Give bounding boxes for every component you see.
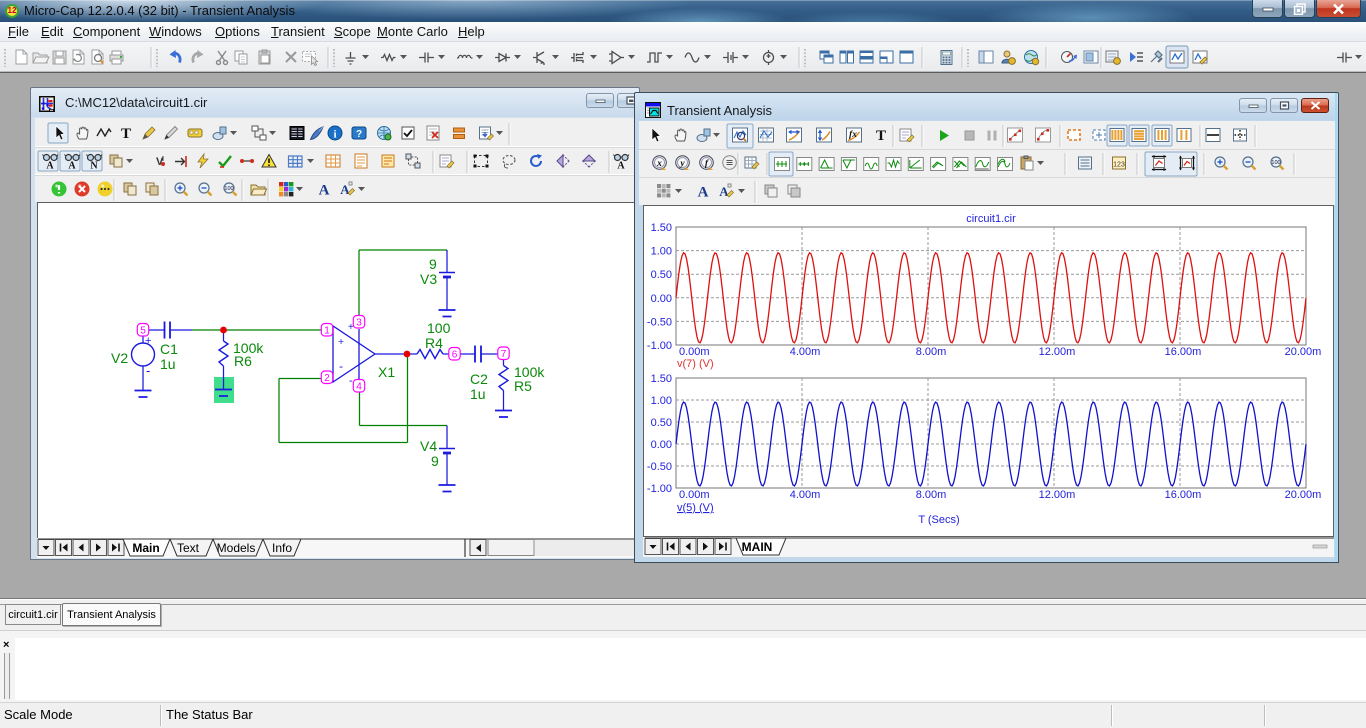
svg-text:6: 6 bbox=[452, 350, 458, 361]
svg-text:X1: X1 bbox=[378, 364, 395, 380]
svg-text:-: - bbox=[146, 363, 150, 378]
svg-text:T: T bbox=[876, 128, 886, 144]
svg-text:0.50: 0.50 bbox=[651, 269, 672, 281]
svg-text:A: A bbox=[68, 161, 76, 172]
svg-text:1.50: 1.50 bbox=[651, 222, 672, 234]
svg-text:100: 100 bbox=[1271, 160, 1280, 166]
svg-text:A: A bbox=[319, 183, 330, 199]
svg-text:Main: Main bbox=[132, 541, 159, 555]
svg-text:1u: 1u bbox=[470, 386, 486, 402]
svg-text:-1.00: -1.00 bbox=[647, 340, 672, 352]
svg-text:V3: V3 bbox=[420, 271, 437, 287]
svg-text:fx: fx bbox=[849, 130, 857, 140]
svg-text:4: 4 bbox=[356, 382, 362, 393]
svg-text:7: 7 bbox=[501, 349, 507, 360]
svg-text:12.00m: 12.00m bbox=[1039, 489, 1076, 501]
svg-text:y: y bbox=[679, 159, 685, 169]
svg-text:4.00m: 4.00m bbox=[790, 489, 821, 501]
svg-text:v(5) (V): v(5) (V) bbox=[677, 502, 714, 514]
svg-text:-: - bbox=[339, 359, 343, 373]
svg-text:+: + bbox=[338, 336, 344, 348]
svg-text:1: 1 bbox=[324, 326, 330, 337]
svg-text:v(7) (V): v(7) (V) bbox=[677, 358, 714, 370]
svg-text:A: A bbox=[46, 161, 54, 172]
svg-text:12.00m: 12.00m bbox=[1039, 346, 1076, 358]
svg-text:V2: V2 bbox=[111, 350, 128, 366]
svg-text:A: A bbox=[617, 161, 625, 172]
svg-text:20.00m: 20.00m bbox=[1285, 346, 1322, 358]
svg-text:-1.00: -1.00 bbox=[647, 483, 672, 495]
svg-text:circuit1.cir: circuit1.cir bbox=[966, 213, 1016, 225]
svg-text:-0.50: -0.50 bbox=[647, 316, 672, 328]
svg-text:0.00: 0.00 bbox=[651, 293, 672, 305]
svg-text:123: 123 bbox=[1113, 162, 1125, 169]
svg-text:-0.50: -0.50 bbox=[647, 461, 672, 473]
svg-text:T: T bbox=[121, 126, 131, 142]
svg-text:3: 3 bbox=[356, 318, 362, 329]
svg-text:0.00: 0.00 bbox=[651, 439, 672, 451]
svg-text:16.00m: 16.00m bbox=[1165, 489, 1202, 501]
svg-text:R4: R4 bbox=[425, 335, 443, 351]
svg-text:T (Secs): T (Secs) bbox=[918, 514, 959, 526]
svg-text:1.00: 1.00 bbox=[651, 395, 672, 407]
svg-text:9: 9 bbox=[431, 453, 439, 469]
svg-text:8.00m: 8.00m bbox=[916, 489, 947, 501]
svg-text:-: - bbox=[349, 375, 353, 387]
svg-text:1.00: 1.00 bbox=[651, 246, 672, 258]
svg-text:100: 100 bbox=[224, 186, 233, 192]
svg-text:100: 100 bbox=[427, 320, 451, 336]
svg-text:Text: Text bbox=[177, 541, 200, 555]
svg-text:C1: C1 bbox=[160, 341, 178, 357]
svg-text:9: 9 bbox=[429, 256, 437, 272]
svg-text:20.00m: 20.00m bbox=[1285, 489, 1322, 501]
svg-text:4.00m: 4.00m bbox=[790, 346, 821, 358]
svg-text:1u: 1u bbox=[160, 356, 176, 372]
svg-text:8.00m: 8.00m bbox=[916, 346, 947, 358]
svg-text:2: 2 bbox=[324, 373, 330, 384]
svg-text:Models: Models bbox=[217, 541, 256, 555]
svg-text:0.00m: 0.00m bbox=[679, 489, 710, 501]
svg-text:x: x bbox=[656, 159, 662, 169]
svg-text:5: 5 bbox=[140, 326, 146, 337]
svg-text:0.00m: 0.00m bbox=[679, 346, 710, 358]
svg-text:R5: R5 bbox=[514, 378, 532, 394]
svg-text:0.50: 0.50 bbox=[651, 417, 672, 429]
svg-text:i: i bbox=[333, 129, 336, 141]
svg-text:1.50: 1.50 bbox=[651, 373, 672, 385]
svg-text:C2: C2 bbox=[470, 371, 488, 387]
svg-text:MAIN: MAIN bbox=[742, 540, 773, 554]
svg-text:A: A bbox=[698, 185, 709, 201]
svg-text:?: ? bbox=[356, 129, 362, 140]
svg-text:R6: R6 bbox=[234, 353, 252, 369]
svg-text:Info: Info bbox=[272, 541, 292, 555]
svg-text:+: + bbox=[145, 335, 151, 347]
svg-text:16.00m: 16.00m bbox=[1165, 346, 1202, 358]
svg-text:N: N bbox=[90, 161, 98, 172]
svg-text:V4: V4 bbox=[420, 438, 437, 454]
